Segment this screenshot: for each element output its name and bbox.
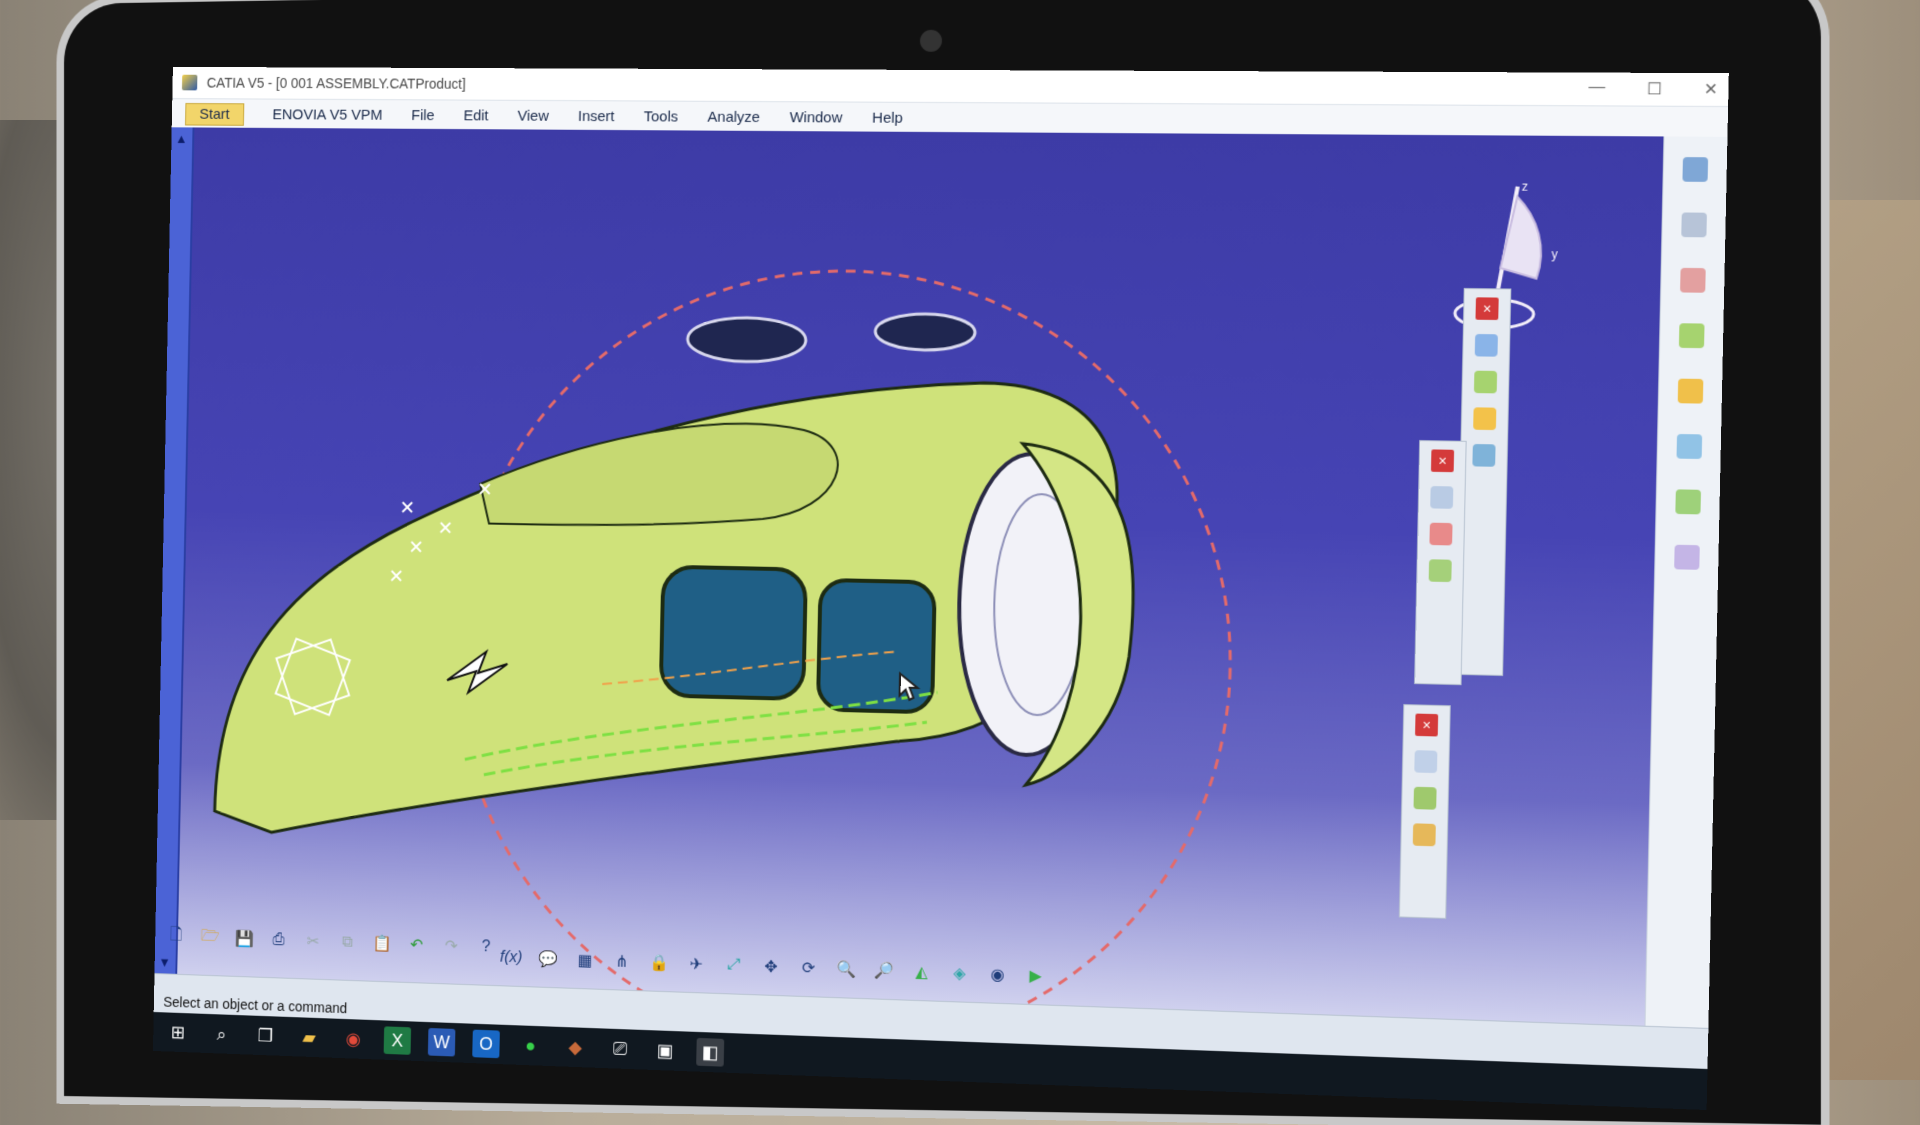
search-icon[interactable]: ⌕ [208,1020,235,1048]
app-icon-3[interactable]: ⎚ [606,1035,634,1064]
rotate-icon[interactable]: ⟳ [796,956,820,981]
component-icon[interactable] [1473,407,1496,430]
menu-insert[interactable]: Insert [578,108,615,125]
shading-icon[interactable]: ◉ [985,962,1010,987]
zoom-out-icon[interactable]: 🔎 [872,958,896,983]
task-view-icon[interactable]: ❐ [252,1021,279,1049]
rear-wheel [687,317,806,362]
product-icon[interactable] [1475,334,1498,357]
clash-icon[interactable] [1429,523,1452,546]
window-title: CATIA V5 - [0 001 ASSEMBLY.CATProduct] [207,75,466,92]
print-icon[interactable]: ⎙ [267,928,290,952]
menu-file[interactable]: File [411,107,435,124]
open-icon[interactable]: 🗁 [199,926,222,950]
normal-view-icon[interactable]: ◭ [909,960,933,985]
fit-all-icon[interactable]: ⤢ [722,953,746,978]
zoom-in-icon[interactable]: 🔍 [834,957,858,982]
comment-icon[interactable]: 💬 [536,947,560,971]
menu-enovia[interactable]: ENOVIA V5 VPM [272,106,382,123]
move-icon[interactable] [1413,787,1436,810]
outlook-icon[interactable]: O [472,1030,500,1059]
copy-icon[interactable]: ⧉ [336,930,359,954]
new-icon[interactable]: 🗋 [164,925,187,949]
compass-y-label: y [1551,247,1558,262]
menu-help[interactable]: Help [872,109,903,126]
maximize-icon[interactable]: ☐ [1647,79,1662,100]
snap-icon[interactable] [1414,750,1437,773]
minimize-icon[interactable]: — [1588,79,1605,100]
section-icon[interactable] [1429,559,1452,582]
tool-icon-6[interactable] [1675,489,1701,514]
tool-icon-7[interactable] [1674,545,1700,570]
part-icon[interactable] [1474,371,1497,394]
catia-window: CATIA V5 - [0 001 ASSEMBLY.CATProduct] —… [153,67,1729,1110]
lock-icon[interactable]: 🔒 [647,951,671,976]
tool-icon-3[interactable] [1679,323,1705,348]
pan-icon[interactable]: ✥ [759,955,783,980]
catia-logo-icon [182,75,197,91]
chrome-icon[interactable]: ◉ [340,1025,367,1053]
formula-icon[interactable]: f(x) [499,946,523,970]
close-icon[interactable]: × [1475,297,1498,320]
catia-icon[interactable]: ◧ [696,1038,724,1067]
window-controls: — ☐ ✕ [1588,79,1718,100]
floating-toolbar-3: × [1399,704,1451,919]
save-icon[interactable]: 💾 [233,927,256,951]
tool-icon-4[interactable] [1678,379,1704,404]
menu-start[interactable]: Start [185,103,244,126]
word-icon[interactable]: W [428,1028,456,1057]
menu-edit[interactable]: Edit [463,107,488,124]
close-icon[interactable]: × [1415,714,1438,737]
close-icon[interactable]: ✕ [1704,79,1719,100]
excel-icon[interactable]: X [384,1026,411,1054]
webcam [920,30,942,52]
3d-viewport[interactable]: ▲ ▼ z y × × × [155,127,1665,1025]
close-icon[interactable]: × [1431,449,1454,472]
menu-window[interactable]: Window [789,109,842,126]
app-icon[interactable]: ● [517,1031,545,1060]
menu-analyze[interactable]: Analyze [707,108,760,125]
explode-icon[interactable] [1413,823,1436,846]
tool-icon-1[interactable] [1681,212,1707,237]
redo-icon[interactable]: ↷ [440,934,464,958]
fly-icon[interactable]: ✈ [684,952,708,977]
constraint-icon[interactable] [1472,444,1495,467]
iso-view-icon[interactable]: ◈ [947,961,971,986]
undo-icon[interactable]: ↶ [405,933,429,957]
workbench-icon[interactable] [1682,157,1708,182]
measure-icon[interactable] [1430,486,1453,509]
mouse-cursor-icon [897,671,922,704]
whats-this-icon[interactable]: ? [474,935,498,959]
side-window-1 [661,567,806,699]
paste-icon[interactable]: 📋 [370,932,394,956]
catalog-icon[interactable]: ▦ [573,948,597,973]
canopy [479,420,838,531]
floating-toolbar-2: × [1414,440,1467,685]
hide-show-icon[interactable]: ▶ [1023,964,1048,989]
tool-icon-2[interactable] [1680,268,1706,293]
menu-view[interactable]: View [517,107,549,124]
compass-z-label: z [1522,179,1529,194]
file-explorer-icon[interactable]: ▰ [296,1023,323,1051]
cut-icon[interactable]: ✂ [301,929,324,953]
rear-wheel-2 [875,313,975,350]
menu-tools[interactable]: Tools [644,108,679,125]
app-icon-2[interactable]: ◆ [561,1033,589,1062]
windows-icon[interactable]: ⊞ [164,1018,191,1046]
tool-icon-5[interactable] [1677,434,1703,459]
app-icon-4[interactable]: ▣ [651,1036,679,1065]
tree-icon[interactable]: ⋔ [610,950,634,975]
